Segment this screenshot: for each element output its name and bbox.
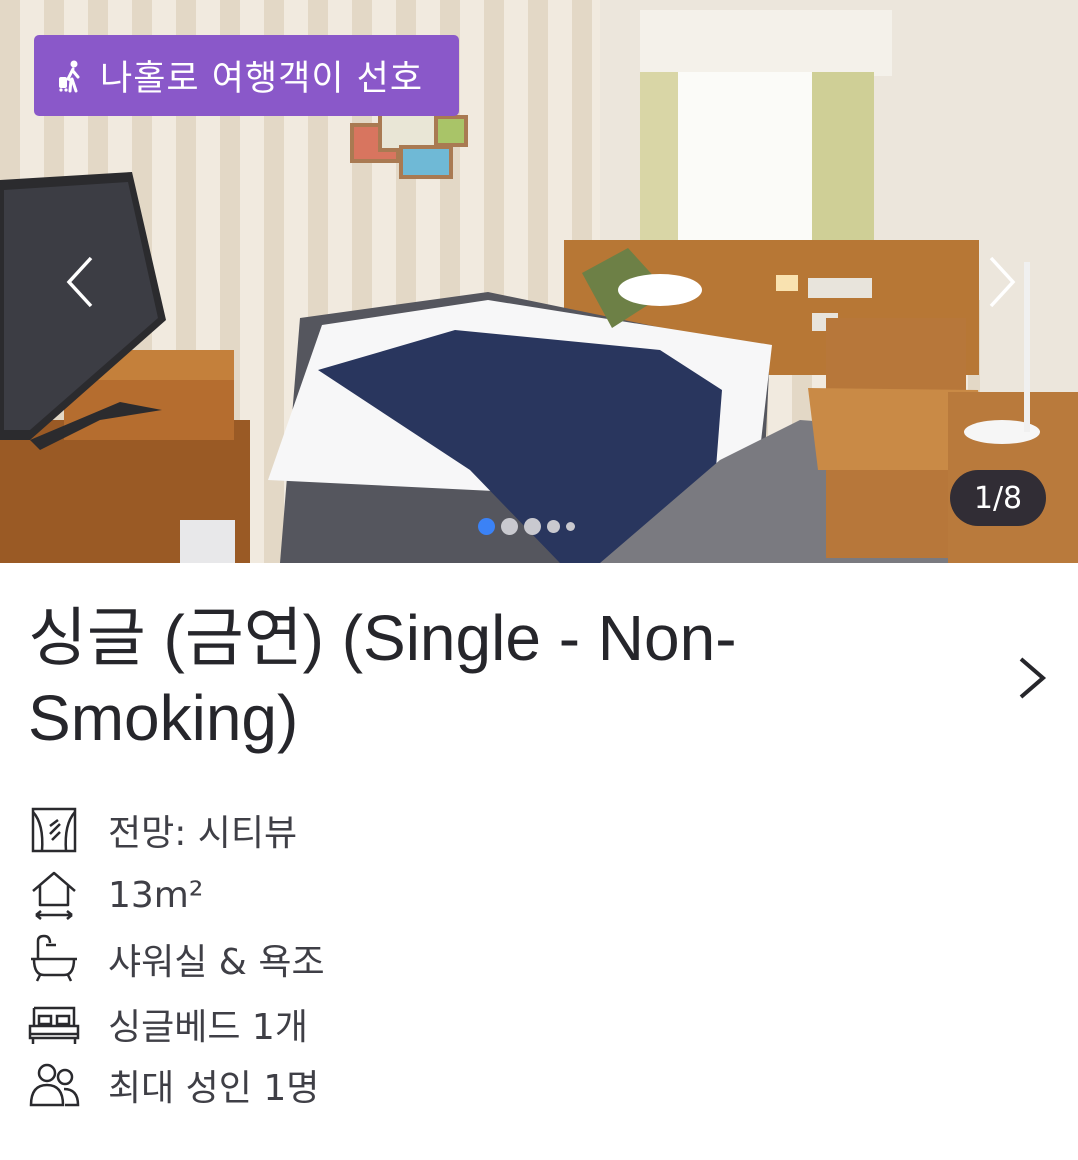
room-size-icon — [32, 871, 76, 920]
slide-dot[interactable] — [566, 522, 575, 531]
room-title: 싱글 (금연) (Single - Non-Smoking) — [28, 602, 737, 754]
feature-label: 13m² — [108, 874, 204, 916]
solo-traveler-icon — [59, 60, 80, 92]
feature-occupancy: 최대 성인 1명 — [28, 1055, 319, 1115]
next-photo-button[interactable] — [980, 250, 1024, 314]
feature-view: 전망: 시티뷰 — [28, 800, 297, 860]
feature-label: 샤워실 & 욕조 — [108, 942, 325, 983]
slide-dot-active[interactable] — [478, 518, 495, 535]
photo-counter: 1/8 — [950, 470, 1046, 526]
city-view-icon — [31, 807, 77, 853]
feature-size: 13m² — [28, 865, 203, 925]
chevron-right-icon — [989, 256, 1016, 308]
chevron-left-icon — [66, 256, 93, 308]
slide-dot[interactable] — [524, 518, 541, 535]
feature-bathroom: 샤워실 & 욕조 — [28, 929, 325, 989]
feature-bed: 싱글베드 1개 — [28, 994, 308, 1054]
feature-label: 최대 성인 1명 — [108, 1068, 320, 1109]
bed-icon — [28, 1006, 80, 1044]
feature-label: 전망: 시티뷰 — [108, 813, 298, 854]
solo-traveler-badge: 나홀로 여행객이 선호 — [34, 35, 459, 116]
bathtub-icon — [31, 934, 77, 982]
slide-dot[interactable] — [547, 520, 560, 533]
feature-label: 싱글베드 1개 — [108, 1007, 308, 1048]
slide-indicator — [478, 518, 575, 535]
badge-label: 나홀로 여행객이 선호 — [100, 59, 424, 99]
room-photo-gallery[interactable]: 나홀로 여행객이 선호 1/8 — [0, 0, 1078, 563]
slide-dot[interactable] — [501, 518, 518, 535]
chevron-right-icon[interactable] — [1013, 653, 1053, 703]
room-title-row[interactable]: 싱글 (금연) (Single - Non-Smoking) — [28, 598, 1058, 758]
previous-photo-button[interactable] — [58, 250, 102, 314]
guests-icon — [29, 1063, 80, 1107]
